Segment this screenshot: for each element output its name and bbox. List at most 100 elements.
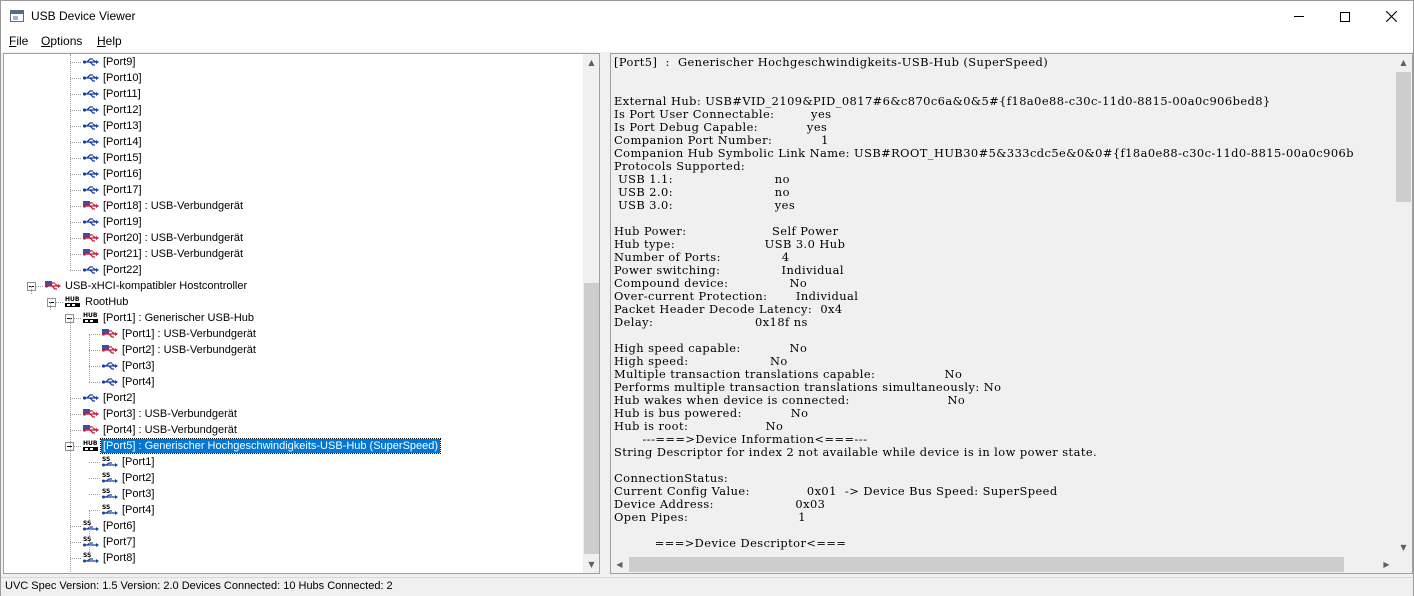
tree-item-label: [Port13] — [103, 120, 142, 132]
svg-text:SS: SS — [102, 488, 110, 495]
tree-item[interactable]: [Port2] : USB-Verbundgerät — [4, 342, 579, 358]
menu-options[interactable]: Options — [41, 34, 82, 48]
usb-device-icon — [101, 327, 119, 341]
details-line: String Descriptor for index 2 not availa… — [614, 445, 1098, 459]
tree-item[interactable]: HUB [Port1] : Generischer USB-Hub — [4, 310, 579, 326]
details-line: USB 3.0: yes — [614, 198, 796, 212]
details-vscroll-thumb[interactable] — [1396, 72, 1411, 202]
scroll-up-arrow-icon[interactable]: ▲ — [1395, 54, 1412, 71]
tree-item-label: [Port2] — [103, 392, 136, 404]
tree-item[interactable]: [Port4] — [4, 374, 579, 390]
tree-item[interactable]: SS [Port1] — [4, 454, 579, 470]
tree-item[interactable]: [Port21] : USB-Verbundgerät — [4, 246, 579, 262]
tree-item[interactable]: [Port19] — [4, 214, 579, 230]
tree-item-label: [Port22] — [103, 264, 142, 276]
menu-help[interactable]: Help — [97, 34, 122, 48]
details-line — [614, 459, 1394, 472]
tree-item-label: [Port4] — [122, 504, 155, 516]
tree-item[interactable]: [Port9] — [4, 54, 579, 70]
tree-item[interactable]: HUB RootHub — [4, 294, 579, 310]
usb-device-icon — [82, 199, 100, 213]
tree-item[interactable]: SS [Port3] — [4, 486, 579, 502]
scroll-down-arrow-icon[interactable]: ▼ — [583, 556, 599, 573]
tree-item-label: USB-xHCI-kompatibler Hostcontroller — [65, 280, 248, 292]
tree-item-label: [Port10] — [103, 72, 142, 84]
tree-connector-line — [70, 398, 81, 399]
usb-port-icon — [82, 55, 100, 69]
superspeed-port-icon: SS — [82, 519, 100, 533]
tree-connector-line — [70, 62, 81, 63]
usb-port-icon — [82, 151, 100, 165]
tree-item-label: [Port1] : Generischer USB-Hub — [103, 312, 255, 324]
tree-item-label: [Port3] — [122, 488, 155, 500]
device-details-text: [Port5] : Generischer Hochgeschwindigkei… — [614, 56, 1394, 551]
svg-text:HUB: HUB — [83, 440, 98, 447]
scroll-left-arrow-icon[interactable]: ◀ — [611, 556, 628, 573]
tree-item[interactable]: [Port16] — [4, 166, 579, 182]
tree-connector-line — [89, 510, 90, 558]
hub-icon: HUB — [64, 295, 82, 309]
collapse-toggle-icon[interactable] — [47, 298, 56, 307]
tree-connector-line — [89, 334, 90, 382]
tree-connector-line — [70, 94, 81, 95]
tree-item[interactable]: [Port15] — [4, 150, 579, 166]
device-tree[interactable]: [Port9] [Port10] [Port11] [Port12] [Port13] [… — [3, 53, 600, 574]
scroll-right-arrow-icon[interactable]: ▶ — [1378, 556, 1395, 573]
app-window: USB Device Viewer File Options Help [Por… — [0, 0, 1414, 596]
tree-connector-line — [89, 462, 100, 463]
tree-item[interactable]: [Port10] — [4, 70, 579, 86]
close-button[interactable] — [1368, 1, 1414, 32]
tree-item[interactable]: SS [Port4] — [4, 502, 579, 518]
tree-item-label: [Port15] — [103, 152, 142, 164]
tree-vertical-scrollbar[interactable]: ▲ ▼ — [583, 54, 599, 573]
details-line: [Port5] : Generischer Hochgeschwindigkei… — [614, 56, 1049, 69]
tree-item[interactable]: [Port3] — [4, 358, 579, 374]
usb-port-icon — [82, 263, 100, 277]
tree-item[interactable]: HUB [Port5] : Generischer Hochgeschwindig… — [4, 438, 579, 454]
tree-item-label: [Port3] : USB-Verbundgerät — [103, 408, 237, 420]
superspeed-port-icon: SS — [82, 535, 100, 549]
tree-item-label: [Port3] — [122, 360, 155, 372]
maximize-icon — [1340, 11, 1350, 22]
tree-item[interactable]: [Port4] : USB-Verbundgerät — [4, 422, 579, 438]
tree-item[interactable]: [Port14] — [4, 134, 579, 150]
tree-item[interactable]: SS [Port6] — [4, 518, 579, 534]
details-horizontal-scrollbar[interactable]: ◀ ▶ — [611, 556, 1395, 573]
tree-connector-line — [70, 54, 71, 270]
svg-text:SS: SS — [83, 552, 91, 559]
tree-item[interactable]: USB-xHCI-kompatibler Hostcontroller — [4, 278, 579, 294]
scroll-up-arrow-icon[interactable]: ▲ — [583, 54, 599, 71]
tree-item[interactable]: SS [Port2] — [4, 470, 579, 486]
app-window-icon — [10, 10, 24, 22]
usb-port-icon — [101, 375, 119, 389]
scroll-down-arrow-icon[interactable]: ▼ — [1395, 539, 1412, 556]
tree-item[interactable]: [Port3] : USB-Verbundgerät — [4, 406, 579, 422]
tree-item[interactable]: [Port18] : USB-Verbundgerät — [4, 198, 579, 214]
tree-item[interactable]: [Port12] — [4, 102, 579, 118]
tree-item[interactable]: [Port11] — [4, 86, 579, 102]
details-hscroll-thumb[interactable] — [629, 557, 1344, 572]
details-vertical-scrollbar[interactable]: ▲ ▼ — [1395, 54, 1412, 556]
usb-device-icon — [82, 407, 100, 421]
tree-item-label: [Port1] : USB-Verbundgerät — [122, 328, 256, 340]
tree-item[interactable]: SS [Port7] — [4, 534, 579, 550]
tree-item[interactable]: [Port2] — [4, 390, 579, 406]
tree-item[interactable]: SS [Port8] — [4, 550, 579, 566]
usb-controller-icon — [44, 279, 62, 293]
minimize-button[interactable] — [1276, 1, 1322, 32]
tree-item[interactable]: [Port1] : USB-Verbundgerät — [4, 326, 579, 342]
maximize-button[interactable] — [1322, 1, 1368, 32]
hub-icon: HUB — [82, 311, 100, 325]
tree-item[interactable]: [Port22] — [4, 262, 579, 278]
tree-item-label: [Port2] : USB-Verbundgerät — [122, 344, 256, 356]
title-bar[interactable]: USB Device Viewer — [1, 1, 1413, 32]
tree-item[interactable]: [Port20] : USB-Verbundgerät — [4, 230, 579, 246]
menu-file[interactable]: File — [9, 34, 28, 48]
details-line: Open Pipes: 1 — [614, 510, 806, 524]
tree-item[interactable]: [Port13] — [4, 118, 579, 134]
tree-item-label: [Port4] : USB-Verbundgerät — [103, 424, 237, 436]
superspeed-port-icon: SS — [101, 455, 119, 469]
tree-item[interactable]: [Port17] — [4, 182, 579, 198]
tree-scroll-thumb[interactable] — [584, 283, 599, 554]
device-details-pane[interactable]: [Port5] : Generischer Hochgeschwindigkei… — [610, 53, 1413, 574]
